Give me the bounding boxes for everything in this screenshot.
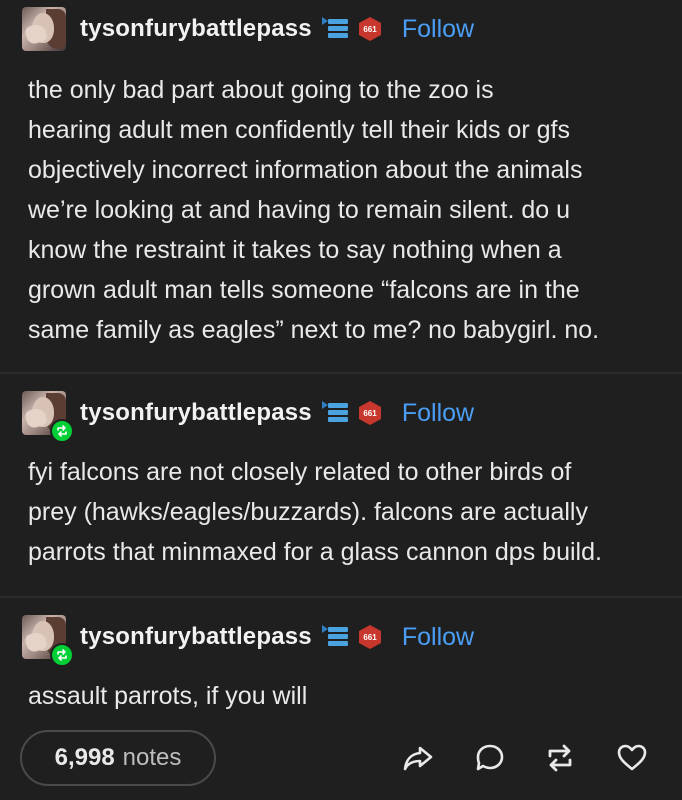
avatar[interactable]	[22, 391, 74, 443]
hexagon-badge-icon: 661	[356, 399, 384, 427]
notes-count: 6,998	[54, 744, 115, 771]
stack-badge-icon	[321, 15, 352, 43]
reblog-badge-icon	[50, 419, 74, 443]
post-footer: 6,998 notes	[0, 718, 682, 800]
hexagon-badge-icon: 661	[356, 15, 384, 43]
username[interactable]: tysonfurybattlepass	[80, 15, 312, 43]
post-header: tysonfurybattlepass 661 Follow	[22, 614, 474, 667]
notes-button[interactable]: 6,998 notes	[20, 730, 216, 786]
username[interactable]: tysonfurybattlepass	[80, 623, 312, 651]
avatar[interactable]	[22, 615, 74, 667]
stack-badge-icon	[321, 623, 352, 651]
divider	[0, 372, 682, 374]
hexagon-badge-icon: 661	[356, 623, 384, 651]
svg-text:661: 661	[363, 25, 377, 34]
avatar[interactable]	[22, 7, 66, 51]
reblog-icon[interactable]	[540, 738, 580, 778]
post-header: tysonfurybattlepass 661 Follow	[22, 390, 474, 443]
like-icon[interactable]	[612, 738, 652, 778]
post-text: the only bad part about going to the zoo…	[28, 76, 600, 344]
svg-text:661: 661	[363, 633, 377, 642]
follow-button[interactable]: Follow	[402, 15, 474, 44]
stack-badge-icon	[321, 399, 352, 427]
post-header: tysonfurybattlepass 661 Follow	[22, 6, 474, 52]
share-icon[interactable]	[398, 738, 438, 778]
svg-text:661: 661	[363, 409, 377, 418]
post-text: assault parrots, if you will	[28, 682, 308, 710]
notes-label: notes	[122, 744, 182, 771]
follow-button[interactable]: Follow	[402, 623, 474, 652]
divider	[0, 596, 682, 598]
follow-button[interactable]: Follow	[402, 399, 474, 428]
reblog-badge-icon	[50, 643, 74, 667]
post-text: fyi falcons are not closely related to o…	[28, 458, 602, 566]
reply-icon[interactable]	[470, 738, 510, 778]
username[interactable]: tysonfurybattlepass	[80, 399, 312, 427]
